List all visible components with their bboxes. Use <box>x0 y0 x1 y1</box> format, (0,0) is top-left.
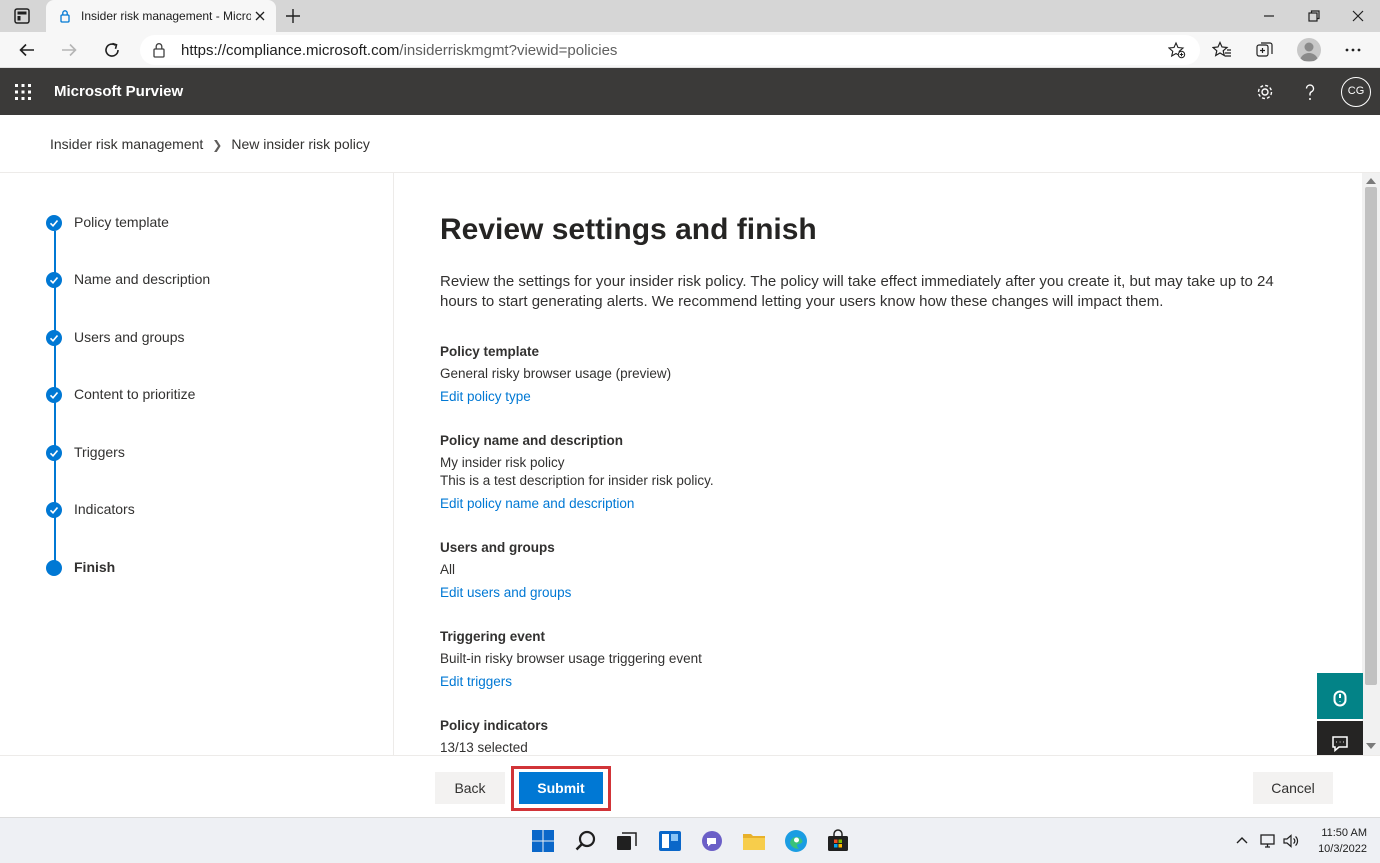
section-heading: Policy name and description <box>440 433 624 448</box>
chevron-right-icon: ❯ <box>212 138 223 152</box>
collections-icon[interactable] <box>1255 40 1275 60</box>
section-triggering-event: Triggering event Built-in risky browser … <box>440 627 702 691</box>
forward-arrow-icon[interactable] <box>59 40 79 60</box>
widgets-icon[interactable] <box>657 828 683 854</box>
breadcrumb-item-insider-risk[interactable]: Insider risk management <box>50 136 203 152</box>
checkmark-icon <box>46 272 62 288</box>
cancel-button[interactable]: Cancel <box>1253 772 1333 804</box>
lock-icon[interactable] <box>152 42 166 58</box>
edit-triggers-link[interactable]: Edit triggers <box>440 673 702 691</box>
checkmark-icon <box>46 387 62 403</box>
app-launcher-icon[interactable] <box>14 83 32 101</box>
headset-help-icon <box>1333 690 1347 707</box>
section-policy-indicators: Policy indicators 13/13 selected <box>440 716 548 756</box>
system-clock[interactable]: 11:50 AM 10/3/2022 <box>1313 825 1367 857</box>
section-value: General risky browser usage (preview) <box>440 366 672 381</box>
windows-start-icon[interactable] <box>530 828 556 854</box>
new-tab-plus-icon[interactable] <box>283 6 303 26</box>
tab-title: Insider risk management - Micro <box>81 9 251 23</box>
section-users-groups: Users and groups All Edit users and grou… <box>440 538 571 602</box>
url-host: https://compliance.microsoft.com <box>181 42 400 59</box>
section-heading: Policy indicators <box>440 718 549 733</box>
purview-header: Microsoft Purview CG <box>0 68 1380 115</box>
url-text: https://compliance.microsoft.com/insider… <box>181 42 617 59</box>
user-avatar[interactable]: CG <box>1341 77 1371 107</box>
edge-browser-icon[interactable] <box>783 828 809 854</box>
section-value: All <box>440 562 456 577</box>
teams-chat-icon[interactable] <box>699 828 725 854</box>
help-question-icon[interactable] <box>1299 81 1321 103</box>
add-favorite-icon[interactable] <box>1168 41 1186 59</box>
checkmark-icon <box>46 215 62 231</box>
step-label: Name and description <box>74 271 211 287</box>
step-label: Indicators <box>74 501 135 517</box>
volume-icon[interactable] <box>1282 832 1300 850</box>
show-hidden-icons-chevron-icon[interactable] <box>1233 832 1251 850</box>
checkmark-icon <box>46 445 62 461</box>
step-label: Users and groups <box>74 329 185 345</box>
browser-tab-strip: Insider risk management - Micro <box>0 0 1380 32</box>
policy-wizard: Policy template Name and description Use… <box>0 172 1380 756</box>
step-label: Content to prioritize <box>74 386 196 402</box>
section-value: Built-in risky browser usage triggering … <box>440 651 702 666</box>
edit-policy-type-link[interactable]: Edit policy type <box>440 388 671 406</box>
file-explorer-icon[interactable] <box>741 828 767 854</box>
submit-button[interactable]: Submit <box>519 772 603 804</box>
content-scrollbar[interactable] <box>1362 173 1380 756</box>
profile-avatar[interactable] <box>1297 38 1321 62</box>
section-value: This is a test description for insider r… <box>440 473 714 488</box>
checkmark-icon <box>46 502 62 518</box>
help-support-button[interactable] <box>1317 673 1363 719</box>
back-arrow-icon[interactable] <box>17 40 37 60</box>
more-options-icon[interactable] <box>1343 40 1363 60</box>
refresh-icon[interactable] <box>102 40 122 60</box>
browser-toolbar: https://compliance.microsoft.com/insider… <box>0 32 1380 68</box>
edit-policy-name-link[interactable]: Edit policy name and description <box>440 495 714 513</box>
step-label: Triggers <box>74 444 125 460</box>
section-heading: Triggering event <box>440 629 546 644</box>
windows-taskbar: 11:50 AM 10/3/2022 <box>0 817 1380 863</box>
browser-tab-active[interactable]: Insider risk management - Micro <box>46 0 276 32</box>
section-value: 13/13 selected <box>440 740 528 755</box>
page-title: Review settings and finish <box>440 213 817 246</box>
back-button[interactable]: Back <box>435 772 505 804</box>
tab-actions-icon[interactable] <box>13 7 31 25</box>
checkmark-icon <box>46 330 62 346</box>
microsoft-store-icon[interactable] <box>825 828 851 854</box>
current-step-dot-icon <box>46 560 62 576</box>
wizard-footer: Back Submit Cancel <box>0 755 1380 817</box>
tab-close-icon[interactable] <box>253 9 267 23</box>
app-brand-title[interactable]: Microsoft Purview <box>54 83 183 100</box>
task-view-icon[interactable] <box>614 828 640 854</box>
step-label: Policy template <box>74 214 169 230</box>
settings-gear-icon[interactable] <box>1254 81 1276 103</box>
network-icon[interactable] <box>1259 832 1277 850</box>
review-content: Review settings and finish Review the se… <box>394 173 1362 756</box>
section-value: My insider risk policy <box>440 455 565 470</box>
section-heading: Users and groups <box>440 540 555 555</box>
section-policy-name: Policy name and description My insider r… <box>440 431 714 513</box>
section-policy-template: Policy template General risky browser us… <box>440 342 671 406</box>
minimize-window-icon[interactable] <box>1259 6 1279 26</box>
edit-users-groups-link[interactable]: Edit users and groups <box>440 584 571 602</box>
restore-window-icon[interactable] <box>1304 6 1324 26</box>
step-label: Finish <box>74 559 116 575</box>
scroll-thumb[interactable] <box>1365 187 1377 685</box>
url-path: /insiderriskmgmt?viewid=policies <box>399 42 618 59</box>
scroll-up-arrow-icon[interactable] <box>1366 178 1376 184</box>
address-bar-input[interactable]: https://compliance.microsoft.com/insider… <box>140 35 1200 65</box>
scroll-down-arrow-icon[interactable] <box>1366 743 1376 749</box>
intro-text: Review the settings for your insider ris… <box>440 273 1274 310</box>
lock-favicon-icon <box>60 10 70 23</box>
person-icon <box>1300 42 1318 61</box>
search-icon[interactable] <box>573 828 599 854</box>
clock-date: 10/3/2022 <box>1318 843 1367 855</box>
breadcrumb-item-current: New insider risk policy <box>231 136 370 152</box>
breadcrumb: Insider risk management ❯ New insider risk… <box>50 136 370 152</box>
wizard-steps: Policy template Name and description Use… <box>0 173 394 756</box>
clock-time: 11:50 AM <box>1321 827 1367 839</box>
favorites-icon[interactable] <box>1212 40 1232 60</box>
close-window-icon[interactable] <box>1348 6 1368 26</box>
section-heading: Policy template <box>440 344 540 359</box>
